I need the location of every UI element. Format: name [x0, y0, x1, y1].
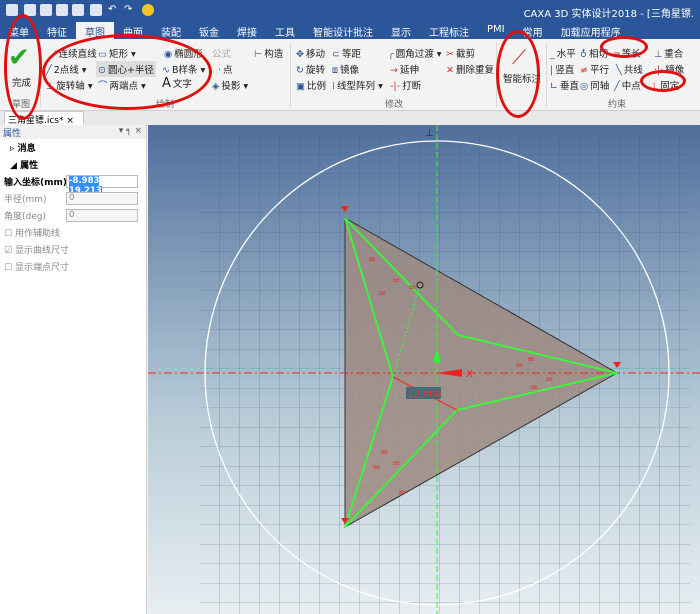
undo-icon[interactable]: ↶	[108, 4, 120, 16]
svg-text:=: =	[380, 447, 388, 458]
tab-weld[interactable]: 焊接	[228, 22, 266, 39]
show-endpoint-dim-checkbox[interactable]: ☐ 显示端点尺寸	[0, 258, 146, 275]
tab-display[interactable]: 显示	[382, 22, 420, 39]
mirror-button[interactable]: ⧈ 镜像	[332, 62, 359, 76]
annotation-circle	[496, 30, 540, 118]
linear-pattern-button[interactable]: ⁞ 线型阵列 ▾	[332, 78, 383, 92]
tab-engineering[interactable]: 工程标注	[420, 22, 478, 39]
annotation-circle	[640, 70, 686, 92]
project-button[interactable]: ◈ 投影 ▾	[212, 78, 248, 92]
tab-tools[interactable]: 工具	[266, 22, 304, 39]
open-icon[interactable]	[40, 4, 52, 16]
app-icon[interactable]	[6, 4, 18, 16]
construct-button[interactable]: ⊢ 构造	[254, 46, 283, 60]
document-tabs: 三角星镖.ics* ×	[0, 111, 700, 126]
fixed-marker-top: ⊥	[425, 128, 434, 139]
sketch-canvas[interactable]: X 12.000 = = = = = = = = = = = = ⊥	[148, 125, 700, 614]
delete-duplicate-button[interactable]: ✕ 删除重复	[446, 62, 494, 76]
tab-smart-annotation[interactable]: 智能设计批注	[304, 22, 382, 39]
save-icon[interactable]	[56, 4, 68, 16]
svg-text:=: =	[368, 254, 376, 265]
svg-text:=: =	[392, 458, 400, 469]
svg-text:=: =	[398, 487, 406, 498]
show-curve-dim-checkbox[interactable]: ☑ 显示曲线尺寸	[0, 241, 146, 258]
tab-sheetmetal[interactable]: 钣金	[190, 22, 228, 39]
svg-text:=: =	[527, 354, 535, 365]
vertical-constraint[interactable]: | 竖直	[550, 62, 574, 76]
formula-button[interactable]: 公式	[212, 46, 231, 60]
dimension-value[interactable]: 12.000	[408, 389, 441, 400]
collinear-constraint[interactable]: ╲ 共线	[616, 62, 643, 76]
svg-text:=: =	[545, 374, 553, 385]
bulb-icon[interactable]	[142, 4, 154, 16]
point-button[interactable]: · 点	[218, 62, 233, 76]
svg-text:=: =	[515, 360, 523, 371]
perpendicular-constraint[interactable]: ∟ 垂直	[550, 78, 579, 92]
svg-text:=: =	[372, 462, 380, 473]
parallel-constraint[interactable]: ≠ 平行	[580, 62, 609, 76]
group-label: 约束	[608, 100, 627, 110]
svg-text:=: =	[530, 382, 538, 393]
concentric-constraint[interactable]: ◎ 同轴	[580, 78, 609, 92]
angle-input[interactable]: 0	[66, 209, 138, 222]
section-properties[interactable]: ◢ 属性	[0, 156, 146, 173]
angle-label: 角度(deg)	[4, 212, 46, 222]
section-messages[interactable]: ▹ 消息	[0, 139, 146, 156]
coincident-constraint[interactable]: ⊥ 重合	[654, 46, 683, 60]
save-as-icon[interactable]	[90, 4, 102, 16]
title-bar: ↶ ↷ CAXA 3D 实体设计2018 - [三角星镖.	[0, 0, 700, 22]
window-title: CAXA 3D 实体设计2018 - [三角星镖.	[523, 9, 694, 20]
redo-icon[interactable]: ↷	[124, 4, 136, 16]
break-button[interactable]: -|- 打断	[390, 78, 421, 92]
scale-button[interactable]: ▣ 比例	[296, 78, 326, 92]
svg-text:=: =	[378, 288, 386, 299]
annotation-circle	[4, 14, 42, 120]
fillet-button[interactable]: ╭ 圆角过渡 ▾	[388, 46, 442, 60]
panel-header: 属性 ▾ ╕ ×	[0, 125, 146, 139]
x-axis-label: X	[466, 369, 473, 380]
annotation-circle	[600, 36, 648, 58]
panel-controls-icon[interactable]: ▾ ╕ ×	[119, 126, 142, 136]
radius-input[interactable]: 0	[66, 192, 138, 205]
folder-icon[interactable]	[72, 4, 84, 16]
midpoint-constraint[interactable]: ╱ 中点	[614, 78, 641, 92]
svg-text:=: =	[408, 282, 416, 293]
coord-input[interactable]: -8.983 19.213	[66, 175, 138, 196]
rotate-button[interactable]: ↻ 旋转	[296, 62, 325, 76]
properties-panel: 属性 ▾ ╕ × ▹ 消息 ◢ 属性 输入坐标(mm) -8.983 19.213 …	[0, 125, 147, 614]
extend-button[interactable]: → 延伸	[390, 62, 419, 76]
move-button[interactable]: ✥ 移动	[296, 46, 325, 60]
horizontal-constraint[interactable]: _ 水平	[550, 46, 576, 60]
group-label: 修改	[385, 100, 404, 110]
construction-checkbox[interactable]: ☐ 用作辅助线	[0, 224, 146, 241]
coord-label: 输入坐标(mm)	[4, 178, 67, 188]
trim-button[interactable]: ✂ 截剪	[446, 46, 475, 60]
annotation-circle	[42, 34, 212, 110]
radius-label: 半径(mm)	[4, 195, 47, 205]
offset-button[interactable]: ⊂ 等距	[332, 46, 361, 60]
svg-text:=: =	[392, 275, 400, 286]
tab-feature[interactable]: 特征	[38, 22, 76, 39]
